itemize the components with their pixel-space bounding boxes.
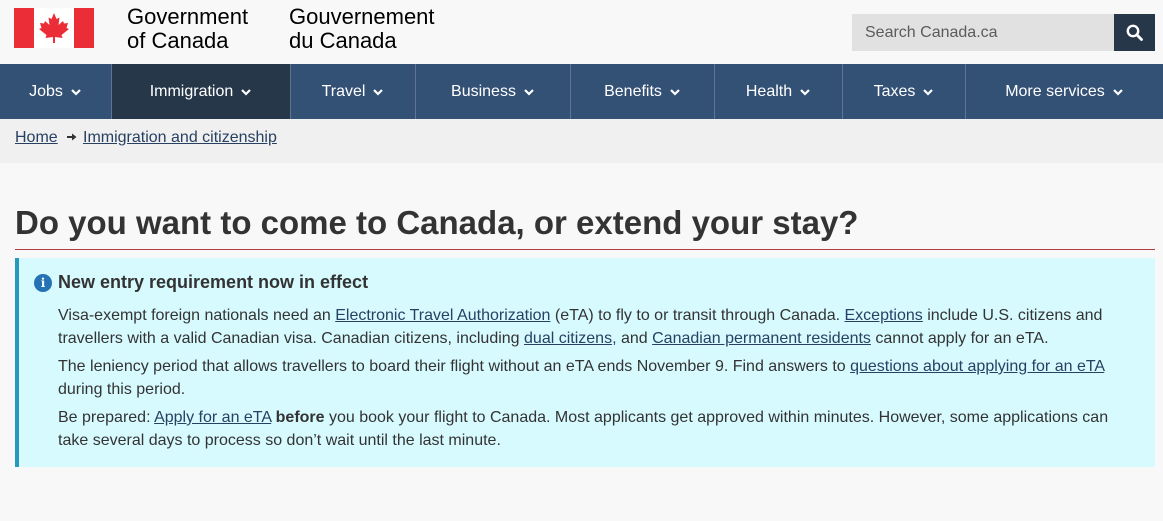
alert-paragraph-1: Visa-exempt foreign nationals need an El… — [58, 304, 1118, 350]
chevron-down-icon — [923, 88, 934, 96]
title-divider — [15, 249, 1155, 250]
breadcrumb-immigration-link[interactable]: Immigration and citizenship — [83, 129, 277, 147]
menu-item-label: Business — [451, 82, 516, 100]
menu-item-label: Immigration — [149, 82, 234, 100]
alert-paragraph-2: The leniency period that allows travelle… — [58, 355, 1118, 401]
chevron-down-icon — [670, 88, 680, 96]
breadcrumb: Home Immigration and citizenship — [0, 119, 1163, 163]
menu-item-label: More services — [1005, 82, 1105, 100]
menu-item-benefits[interactable]: Benefits — [571, 64, 715, 119]
alert-text: (eTA) to fly to or transit through Canad… — [550, 307, 845, 324]
menu-item-health[interactable]: Health — [715, 64, 843, 119]
alert-text: and — [616, 330, 653, 347]
chevron-down-icon — [71, 88, 81, 96]
main-menu: Jobs Immigration Travel Business Benefit… — [0, 64, 1163, 119]
alert-heading: New entry requirement now in effect — [58, 272, 369, 292]
chevron-down-icon — [1113, 88, 1123, 96]
alert-text: Visa-exempt foreign nationals need an — [58, 307, 336, 324]
menu-item-label: Taxes — [873, 82, 916, 100]
menu-item-taxes[interactable]: Taxes — [843, 64, 966, 119]
wordmark-fr-line-1: Gouvernement — [289, 4, 435, 29]
chevron-down-icon — [241, 88, 252, 96]
menu-item-label: Health — [745, 82, 793, 100]
page-title: Do you want to come to Canada, or extend… — [15, 204, 859, 241]
menu-item-immigration[interactable]: Immigration — [112, 64, 291, 119]
menu-item-label: Jobs — [29, 82, 63, 100]
info-icon: i — [34, 274, 52, 292]
menu-item-business[interactable]: Business — [416, 64, 571, 119]
alert-text: cannot apply for an eTA. — [870, 330, 1049, 347]
alert-text: The leniency period that allows travelle… — [58, 358, 851, 375]
chevron-down-icon — [373, 88, 384, 96]
eta-questions-link[interactable]: questions about applying for an eTA — [850, 358, 1104, 375]
eta-link[interactable]: Electronic Travel Authorization — [335, 307, 550, 324]
chevron-down-icon — [800, 88, 810, 96]
alert-body: Visa-exempt foreign nationals need an El… — [58, 304, 1118, 457]
menu-item-jobs[interactable]: Jobs — [0, 64, 112, 119]
alert-bold-text: before — [275, 409, 325, 426]
site-header: Government of Canada Gouvernement du Can… — [0, 0, 1163, 64]
chevron-down-icon — [524, 88, 534, 96]
apply-eta-link[interactable]: Apply for an eTA — [154, 409, 271, 426]
search-icon — [1126, 24, 1143, 41]
menu-item-more-services[interactable]: More services — [966, 64, 1163, 119]
exceptions-link[interactable]: Exceptions — [845, 307, 923, 324]
wordmark-en-line-1: Government — [127, 4, 249, 29]
alert-paragraph-3: Be prepared: Apply for an eTA before you… — [58, 406, 1118, 452]
search-input[interactable] — [852, 14, 1114, 51]
wordmark-french[interactable]: Gouvernement du Canada — [289, 5, 435, 53]
breadcrumb-home-link[interactable]: Home — [15, 129, 58, 147]
wordmark-fr-line-2: du Canada — [289, 28, 397, 53]
info-alert: i New entry requirement now in effect Vi… — [15, 258, 1155, 467]
alert-text: during this period. — [58, 381, 186, 398]
search-button[interactable] — [1114, 14, 1155, 51]
menu-item-label: Travel — [321, 82, 366, 100]
dual-citizens-link[interactable]: dual citizens, — [524, 330, 617, 347]
wordmark-en-line-2: of Canada — [127, 28, 229, 53]
wordmark-english[interactable]: Government of Canada — [127, 5, 248, 53]
permanent-residents-link[interactable]: Canadian permanent residents — [652, 330, 871, 347]
menu-item-travel[interactable]: Travel — [291, 64, 416, 119]
alert-text: Be prepared: — [58, 409, 155, 426]
canada-flag-icon[interactable] — [14, 8, 94, 48]
arrow-right-icon — [67, 133, 77, 141]
menu-item-label: Benefits — [604, 82, 662, 100]
